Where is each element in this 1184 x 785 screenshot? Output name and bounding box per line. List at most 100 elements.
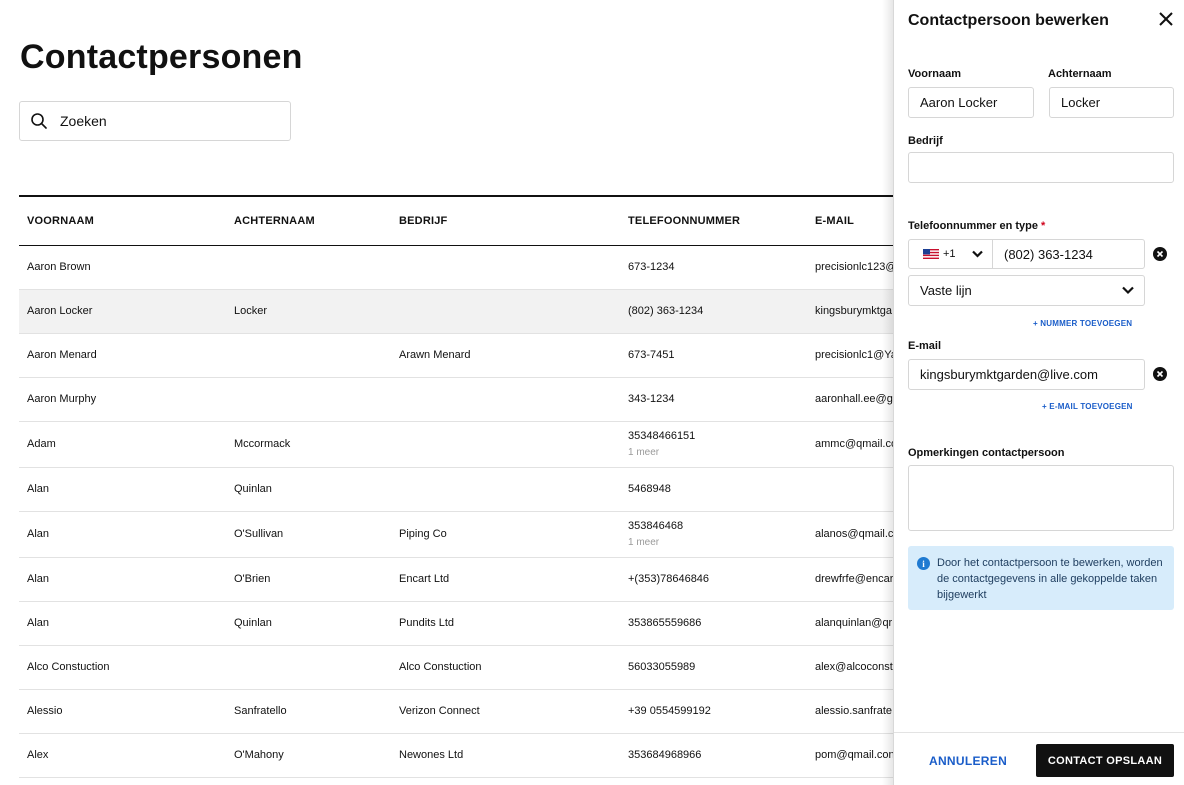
cell-phone: 5468948 [628, 483, 671, 495]
cell-phone: 353684968966 [628, 749, 702, 761]
table-row[interactable]: Alan Quinlan Pundits Ltd 353865559686 al… [19, 601, 899, 645]
cell-last-name: O'Mahony [234, 749, 284, 761]
edit-contact-panel: Contactpersoon bewerken Voornaam Aaron L… [893, 0, 1184, 785]
phone-number-field[interactable]: (802) 363-1234 [993, 240, 1093, 268]
cell-company [391, 245, 620, 289]
cell-last-name: O'Sullivan [234, 528, 284, 540]
first-name-field[interactable]: Aaron Locker [908, 87, 1034, 118]
table-row[interactable]: Aaron Murphy 343-1234 aaronhall.ee@g [19, 377, 899, 421]
cell-company: Verizon Connect [399, 705, 480, 717]
cell-last-name: Sanfratello [234, 705, 287, 717]
chevron-down-icon [971, 250, 983, 258]
remove-email-button[interactable] [1153, 367, 1167, 381]
table-row[interactable]: Alan O'Sullivan Piping Co 353846468 1 me… [19, 511, 899, 557]
contacts-table: VOORNAAM ACHTERNAAM BEDRIJF TELEFOONNUMM… [19, 195, 899, 778]
add-phone-link[interactable]: + NUMMER TOEVOEGEN [1033, 319, 1132, 328]
cell-company: Alco Constuction [399, 661, 482, 673]
email-field[interactable]: kingsburymktgarden@live.com [908, 359, 1145, 390]
cell-first-name: Alan [27, 617, 50, 629]
cell-company [391, 421, 620, 467]
email-label: E-mail [908, 340, 942, 352]
cell-company: Arawn Menard [399, 349, 471, 361]
table-row[interactable]: Alco Constuction Alco Constuction 560330… [19, 645, 899, 689]
cell-company: Newones Ltd [399, 749, 464, 761]
table-row[interactable]: Alessio Sanfratello Verizon Connect +39 … [19, 689, 899, 733]
phone-more-count[interactable]: 1 meer [628, 447, 807, 458]
cell-last-name [226, 245, 391, 289]
table-header-row: VOORNAAM ACHTERNAAM BEDRIJF TELEFOONNUMM… [19, 196, 899, 245]
country-code-select[interactable]: +1 [909, 240, 993, 268]
table-row[interactable]: Alan O'Brien Encart Ltd +(353)78646846 d… [19, 557, 899, 601]
cell-last-name: Quinlan [234, 483, 272, 495]
search-box[interactable] [19, 101, 291, 141]
search-icon [30, 112, 48, 130]
table-row[interactable]: Alan Quinlan 5468948 [19, 467, 899, 511]
cell-company [391, 377, 620, 421]
required-asterisk: * [1041, 220, 1046, 232]
remove-icon [1156, 365, 1164, 383]
table-row-selected[interactable]: Aaron Locker Locker (802) 363-1234 kings… [19, 289, 899, 333]
us-flag-icon [923, 249, 939, 259]
close-icon [1158, 11, 1174, 32]
company-field[interactable] [908, 152, 1174, 183]
cell-first-name: Alco Constuction [27, 661, 110, 673]
cell-company: Encart Ltd [399, 573, 450, 585]
cell-phone: +39 0554599192 [628, 705, 711, 717]
notes-label: Opmerkingen contactpersoon [908, 447, 1065, 459]
table-row[interactable]: Aaron Menard Arawn Menard 673-7451 preci… [19, 333, 899, 377]
close-button[interactable] [1156, 11, 1176, 31]
cell-phone: +(353)78646846 [628, 573, 710, 585]
cell-last-name [226, 377, 391, 421]
phone-more-count[interactable]: 1 meer [628, 537, 807, 548]
cell-company [391, 289, 620, 333]
country-code-value: +1 [943, 248, 956, 260]
remove-icon [1156, 245, 1164, 263]
cell-last-name [226, 333, 391, 377]
last-name-label: Achternaam [1048, 68, 1112, 80]
cell-first-name: Aaron Murphy [27, 393, 97, 405]
cell-phone: 56033055989 [628, 661, 696, 673]
company-label: Bedrijf [908, 135, 943, 147]
column-header-last-name[interactable]: ACHTERNAAM [226, 196, 391, 245]
phone-type-value: Vaste lijn [920, 283, 972, 298]
info-icon: i [917, 557, 930, 570]
cell-phone: 353865559686 [628, 617, 702, 629]
cell-company: Piping Co [399, 528, 447, 540]
info-text: Door het contactpersoon te bewerken, wor… [937, 557, 1163, 601]
cell-last-name: Quinlan [234, 617, 272, 629]
column-header-phone[interactable]: TELEFOONNUMMER [620, 196, 807, 245]
table-row[interactable]: Adam Mccormack 35348466151 1 meer ammc@q… [19, 421, 899, 467]
cell-last-name: O'Brien [234, 573, 271, 585]
table-row[interactable]: Aaron Brown 673-1234 precisionlc123@ [19, 245, 899, 289]
column-header-first-name[interactable]: VOORNAAM [19, 196, 226, 245]
phone-input-group: +1 (802) 363-1234 [908, 239, 1145, 269]
cell-first-name: Alan [27, 573, 50, 585]
notes-textarea[interactable] [908, 465, 1174, 531]
remove-phone-button[interactable] [1153, 247, 1167, 261]
cell-first-name: Alan [27, 528, 50, 540]
cell-first-name: Alex [27, 749, 49, 761]
panel-title: Contactpersoon bewerken [908, 12, 1109, 29]
cell-first-name: Aaron Menard [27, 349, 97, 361]
cell-company [391, 467, 620, 511]
cancel-button[interactable]: ANNULEREN [929, 754, 1007, 768]
phone-primary: 35348466151 [628, 430, 696, 442]
last-name-field[interactable]: Locker [1049, 87, 1174, 118]
cell-first-name: Adam [27, 438, 56, 450]
cell-last-name: Mccormack [234, 438, 291, 450]
panel-footer: ANNULEREN CONTACT OPSLAAN [894, 732, 1184, 785]
cell-phone: 673-1234 [628, 261, 675, 273]
cell-first-name: Alessio [27, 705, 63, 717]
phone-label: Telefoonnummer en type * [908, 220, 1045, 232]
save-contact-button[interactable]: CONTACT OPSLAAN [1036, 744, 1174, 777]
cell-phone: 673-7451 [628, 349, 675, 361]
first-name-label: Voornaam [908, 68, 961, 80]
add-email-link[interactable]: + E-MAIL TOEVOEGEN [1042, 402, 1133, 411]
cell-phone: (802) 363-1234 [628, 305, 704, 317]
table-row[interactable]: Alex O'Mahony Newones Ltd 353684968966 p… [19, 733, 899, 777]
page-title: Contactpersonen [20, 38, 303, 76]
cell-first-name: Aaron Locker [27, 305, 93, 317]
column-header-company[interactable]: BEDRIJF [391, 196, 620, 245]
search-input[interactable] [60, 113, 280, 129]
phone-type-select[interactable]: Vaste lijn [908, 275, 1145, 306]
